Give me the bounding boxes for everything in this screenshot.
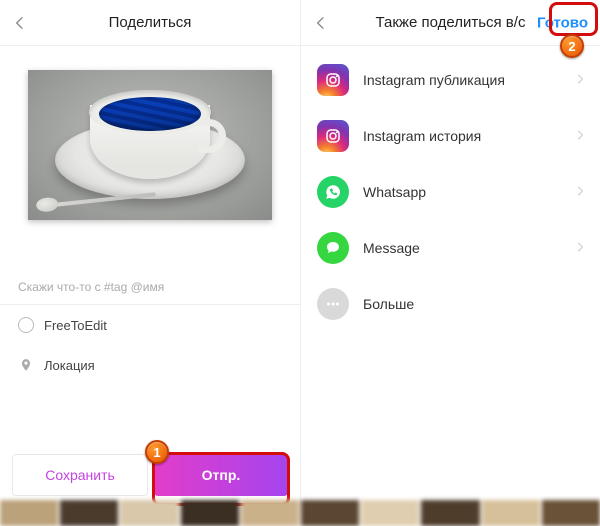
chevron-left-icon xyxy=(313,15,329,31)
share-item-label: Whatsapp xyxy=(363,184,426,200)
done-button[interactable]: Готово xyxy=(531,10,594,35)
share-item-more[interactable]: Больше xyxy=(301,276,600,332)
image-preview[interactable] xyxy=(28,70,272,220)
share-item-instagram-story[interactable]: Instagram история xyxy=(301,108,600,164)
share-item-label: Instagram публикация xyxy=(363,72,505,88)
instagram-icon xyxy=(317,120,349,152)
share-item-label: Больше xyxy=(363,296,414,312)
share-compose-screen: Поделиться Скажи что-то с #tag @имя Free… xyxy=(0,0,300,510)
whatsapp-icon xyxy=(317,176,349,208)
location-row[interactable]: Локация xyxy=(0,345,300,385)
image-preview-wrap xyxy=(0,46,300,230)
free-to-edit-label: FreeToEdit xyxy=(44,318,107,333)
save-button[interactable]: Сохранить xyxy=(12,454,148,496)
chevron-right-icon xyxy=(574,240,586,256)
share-item-message[interactable]: Message xyxy=(301,220,600,276)
back-button-right[interactable] xyxy=(309,11,333,35)
share-item-label: Instagram история xyxy=(363,128,481,144)
share-destinations-screen: Также поделиться в/с Готово Instagram пу… xyxy=(300,0,600,510)
more-icon xyxy=(317,288,349,320)
location-pin-icon xyxy=(18,357,34,373)
send-label: Отпр. xyxy=(202,467,241,483)
topbar-right: Также поделиться в/с Готово xyxy=(301,0,600,46)
share-item-label: Message xyxy=(363,240,420,256)
radio-empty-icon xyxy=(18,317,34,333)
send-button[interactable]: Отпр. xyxy=(154,454,288,496)
page-title: Поделиться xyxy=(109,14,192,31)
share-list: Instagram публикация Instagram история xyxy=(301,46,600,332)
thumbnail-strip xyxy=(0,500,600,526)
chevron-left-icon xyxy=(12,15,28,31)
message-icon xyxy=(317,232,349,264)
free-to-edit-toggle[interactable]: FreeToEdit xyxy=(0,305,300,345)
location-label: Локация xyxy=(44,358,95,373)
back-button[interactable] xyxy=(8,11,32,35)
instagram-icon xyxy=(317,64,349,96)
save-label: Сохранить xyxy=(45,467,115,483)
caption-input[interactable]: Скажи что-то с #tag @имя xyxy=(0,250,300,305)
topbar-left: Поделиться xyxy=(0,0,300,46)
chevron-right-icon xyxy=(574,184,586,200)
share-item-whatsapp[interactable]: Whatsapp xyxy=(301,164,600,220)
share-item-instagram-post[interactable]: Instagram публикация xyxy=(301,52,600,108)
page-title-right: Также поделиться в/с xyxy=(376,14,526,31)
chevron-right-icon xyxy=(574,128,586,144)
chevron-right-icon xyxy=(574,72,586,88)
